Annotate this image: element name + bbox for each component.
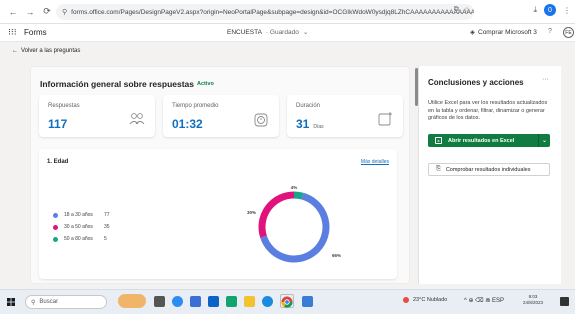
- weather-icon: [403, 297, 409, 303]
- compare-button-label: Comprobar resultados individuales: [445, 166, 531, 173]
- browser-menu-icon[interactable]: ⋮: [563, 6, 571, 15]
- weather-widget[interactable]: 23°C Nublado: [403, 297, 447, 303]
- save-state: · Guardado: [265, 28, 299, 36]
- forward-arrow-icon[interactable]: →: [23, 4, 37, 20]
- taskbar-clock[interactable]: 9:03 24/8/2023: [523, 294, 543, 306]
- app-launcher-icon[interactable]: ⁝⁝⁝: [8, 27, 18, 38]
- site-info-icon[interactable]: ⚲: [62, 8, 67, 16]
- address-bar[interactable]: ⚲ forms.office.com/Pages/DesignPageV2.as…: [56, 4, 474, 20]
- date: 24/8/2023: [523, 300, 544, 305]
- file-explorer-icon[interactable]: [244, 296, 255, 307]
- download-icon[interactable]: ⤓: [533, 5, 537, 15]
- responses-overview-card: Información general sobre respuestas Act…: [30, 66, 410, 284]
- status-badge: Activo: [197, 81, 214, 87]
- outlook-icon[interactable]: [208, 296, 219, 307]
- age-donut-chart: 66% 30% 4%: [247, 185, 341, 263]
- diamond-icon: ◈: [470, 29, 475, 36]
- reload-icon[interactable]: ⟳: [40, 4, 54, 20]
- form-title[interactable]: ENCUESTA · Guardado ⌄: [227, 28, 309, 37]
- share-icon[interactable]: ⧉: [454, 6, 459, 14]
- stat-label: Respuestas: [48, 103, 80, 109]
- donut-slice[interactable]: [258, 191, 295, 238]
- search-icon: ⚲: [31, 299, 36, 306]
- browser-actions: ⤓ 0 ⋮: [533, 4, 571, 16]
- bookmark-star-icon[interactable]: ☆: [464, 6, 470, 14]
- back-to-questions-link[interactable]: ← Volver a las preguntas: [12, 48, 80, 54]
- stat-label: Tiempo promedio: [172, 103, 219, 109]
- windows-start-icon[interactable]: [7, 298, 15, 306]
- insights-panel: Conclusiones y acciones ··· Utilice Exce…: [418, 66, 561, 284]
- stat-label: Duración: [296, 103, 321, 109]
- respondents-icon: [129, 113, 145, 125]
- donut-data-label: 66%: [332, 253, 341, 258]
- timer-icon: [254, 113, 268, 127]
- buy-microsoft-link[interactable]: ◈ Comprar Microsoft 3: [470, 28, 537, 37]
- back-arrow-icon: ←: [12, 48, 18, 54]
- task-view-icon[interactable]: [154, 296, 165, 307]
- browser-toolbar: ← → ⟳ ⚲ forms.office.com/Pages/DesignPag…: [0, 0, 575, 24]
- document-check-icon: ⎘: [436, 166, 441, 172]
- chrome-taskbar-active[interactable]: [280, 294, 294, 308]
- open-in-excel-button[interactable]: x Abrir resultados en Excel ⌄: [428, 134, 550, 147]
- search-placeholder: Buscar: [39, 299, 59, 305]
- stat-unit: Días: [313, 124, 324, 130]
- chrome-icon: [281, 296, 293, 308]
- weather-text: 23°C Nublado: [413, 297, 448, 303]
- forms-header: ⁝⁝⁝ Forms ENCUESTA · Guardado ⌄ ◈ Compra…: [0, 24, 575, 42]
- stat-value: 117: [48, 117, 68, 131]
- app-name[interactable]: Forms: [24, 28, 47, 37]
- excel-button-label: Abrir resultados en Excel: [448, 137, 515, 144]
- check-individual-results-button[interactable]: ⎘ Comprobar resultados individuales: [428, 163, 550, 176]
- survey-name: ENCUESTA: [227, 28, 262, 36]
- donut-slice[interactable]: [293, 191, 304, 200]
- stat-card-average-time: Tiempo promedio 01:32: [163, 95, 279, 137]
- stat-card-responses: Respuestas 117: [39, 95, 155, 137]
- user-avatar[interactable]: FE: [563, 27, 574, 38]
- buy-label: Comprar Microsoft 3: [478, 28, 537, 36]
- back-arrow-icon[interactable]: ←: [6, 4, 20, 20]
- notifications-icon[interactable]: [560, 297, 569, 306]
- more-options-icon[interactable]: ···: [542, 76, 549, 83]
- insights-description: Utilice Excel para ver los resultados ac…: [428, 100, 548, 121]
- store-icon[interactable]: [190, 296, 201, 307]
- url-text[interactable]: forms.office.com/Pages/DesignPageV2.aspx…: [71, 9, 474, 16]
- taskbar-search-box[interactable]: ⚲ Buscar: [25, 295, 107, 309]
- photos-icon[interactable]: [226, 296, 237, 307]
- address-bar-actions: ⧉ ☆: [454, 6, 470, 14]
- stat-card-duration: Duración 31 Días: [287, 95, 403, 137]
- calendar-icon: [378, 112, 392, 126]
- system-tray-icons[interactable]: ^ ⊕ ⌫ ⋒ ESP: [464, 297, 504, 304]
- excel-dropdown-chevron-icon[interactable]: ⌄: [538, 134, 550, 147]
- donut-data-label: 30%: [247, 210, 256, 215]
- profile-avatar[interactable]: 0: [544, 4, 556, 16]
- back-link-label: Volver a las preguntas: [21, 48, 81, 54]
- question-summary-panel: 1. Edad Más detalles 18 a 30 años 77 30 …: [39, 149, 397, 279]
- chevron-down-icon: ⌄: [302, 29, 309, 36]
- overview-title: Información general sobre respuestas: [40, 79, 194, 89]
- excel-icon: x: [435, 137, 442, 144]
- stat-value: 31 Días: [296, 117, 324, 131]
- stat-value: 01:32: [172, 117, 203, 131]
- edge-browser-icon[interactable]: [262, 296, 273, 307]
- search-highlight-icon[interactable]: [118, 294, 146, 308]
- help-icon[interactable]: ?: [548, 28, 552, 35]
- widgets-icon[interactable]: [172, 296, 183, 307]
- insights-title: Conclusiones y acciones: [428, 78, 524, 87]
- donut-data-label: 4%: [291, 185, 298, 190]
- teams-icon[interactable]: [302, 296, 313, 307]
- windows-taskbar: ⚲ Buscar 23°C Nublado ^ ⊕ ⌫ ⋒ ESP 9:03 2…: [0, 289, 575, 314]
